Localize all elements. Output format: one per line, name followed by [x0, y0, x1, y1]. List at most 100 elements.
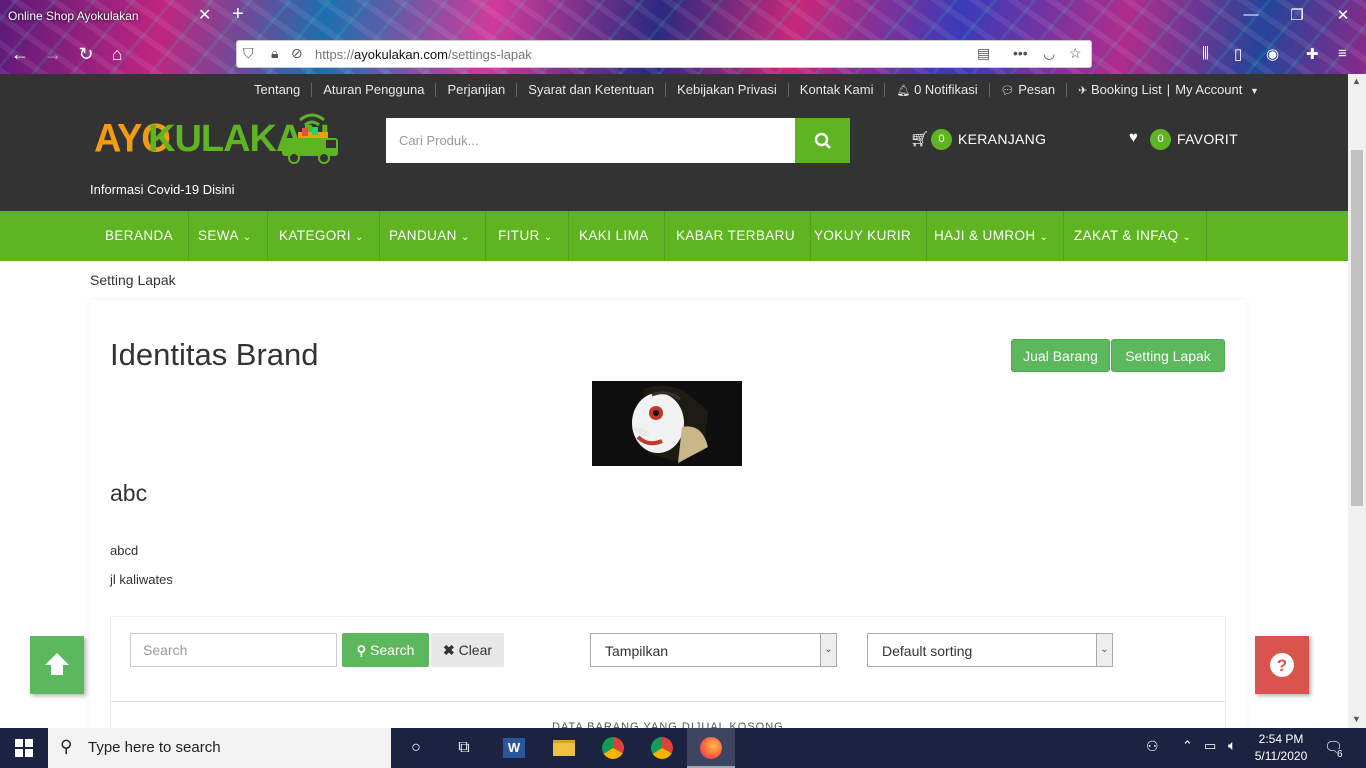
word-icon[interactable]: W — [490, 728, 538, 768]
people-icon[interactable]: ⚇ — [1146, 738, 1159, 755]
minimize-icon[interactable]: — — [1236, 6, 1266, 23]
show-hidden-icons[interactable]: ⌃ — [1182, 738, 1193, 754]
windows-start-icon[interactable] — [0, 728, 48, 768]
close-window-icon[interactable]: ✕ — [1328, 6, 1358, 24]
scroll-down-arrow-icon[interactable]: ▼ — [1352, 714, 1361, 724]
product-search-input[interactable] — [386, 118, 796, 163]
chevron-down-icon: ⌄ — [354, 232, 364, 243]
sort-select[interactable]: Default sorting ⌄ — [867, 633, 1113, 667]
chrome-icon[interactable] — [589, 728, 637, 768]
menu-item-haji-umroh[interactable]: HAJI & UMROH ⌄ — [919, 211, 1065, 261]
top-link-kebijakan[interactable]: Kebijakan Privasi — [677, 82, 777, 97]
library-icon[interactable]: ⫼ — [1202, 45, 1209, 62]
shop-name: abc — [110, 480, 148, 506]
file-explorer-icon[interactable] — [540, 728, 588, 768]
top-link-tentang[interactable]: Tentang — [254, 82, 300, 97]
browser-chrome: Online Shop Ayokulakan ✕ + — ❐ ✕ ← → ↻ ⌂… — [0, 0, 1366, 74]
browser-tab-title[interactable]: Online Shop Ayokulakan — [8, 9, 139, 23]
shop-settings-button[interactable]: Setting Lapak — [1111, 339, 1225, 372]
scrollbar-thumb[interactable] — [1351, 150, 1363, 506]
forward-icon[interactable]: → — [41, 42, 65, 66]
menu-item-sewa[interactable]: SEWA ⌄ — [183, 211, 268, 261]
new-tab-icon[interactable]: + — [232, 3, 244, 26]
taskbar-search[interactable]: ⚲ Type here to search — [48, 728, 391, 768]
shop-description: abcd — [110, 543, 139, 558]
chevron-down-icon: ⌄ — [1039, 232, 1049, 243]
booking-link[interactable]: ✈︎ Booking List — [1078, 82, 1162, 97]
firefox-icon[interactable] — [687, 728, 735, 768]
volume-icon[interactable]: 🔈︎ — [1228, 737, 1236, 754]
scroll-up-arrow-icon[interactable]: ▲ — [1352, 76, 1361, 86]
url-text[interactable]: https://ayokulakan.com/settings-lapak — [315, 47, 532, 62]
extensions-icon[interactable]: ✚ — [1306, 45, 1319, 63]
shield-icon[interactable]: ⛉ — [243, 45, 254, 62]
search-icon: ⚲ — [60, 737, 73, 756]
chevron-down-icon: ⌄ — [460, 232, 470, 243]
top-link-kontak[interactable]: Kontak Kami — [800, 82, 874, 97]
favorite-link[interactable]: FAVORIT — [1177, 131, 1238, 147]
menu-item-zakat-infaq[interactable]: ZAKAT & INFAQ ⌄ — [1059, 211, 1208, 261]
chevron-down-icon: ⌄ — [1182, 232, 1192, 243]
search-icon — [814, 132, 831, 149]
top-link-perjanjian[interactable]: Perjanjian — [447, 82, 505, 97]
menu-item-fitur[interactable]: FITUR ⌄ — [483, 211, 569, 261]
menu-item-yokuy-kurir[interactable]: YOKUY KURIR — [799, 211, 928, 261]
close-tab-icon[interactable]: ✕ — [198, 5, 211, 25]
product-search-button[interactable] — [795, 118, 850, 163]
top-link-syarat[interactable]: Syarat dan Ketentuan — [528, 82, 654, 97]
item-search-input[interactable] — [130, 633, 337, 667]
cart-count-badge: 0 — [931, 129, 952, 150]
sell-item-button[interactable]: Jual Barang — [1011, 339, 1110, 372]
site-logo[interactable]: AYO KULAKAN — [94, 112, 344, 168]
menu-item-kaki-lima[interactable]: KAKI LIMA — [564, 211, 665, 261]
menu-item-beranda[interactable]: BERANDA — [90, 211, 190, 261]
bookmark-star-icon[interactable]: ☆ — [1069, 45, 1082, 62]
menu-item-kategori[interactable]: KATEGORI ⌄ — [264, 211, 380, 261]
cortana-icon[interactable]: ○ — [392, 728, 440, 768]
arrow-up-icon — [45, 653, 69, 675]
chrome-icon-2[interactable] — [638, 728, 686, 768]
taskbar-clock[interactable]: 2:54 PM 5/11/2020 — [1248, 731, 1314, 765]
menu-icon[interactable]: ≡ — [1338, 45, 1347, 62]
messages-link[interactable]: 💬︎ Pesan — [1001, 82, 1055, 97]
help-button[interactable]: ? — [1255, 636, 1309, 694]
cart-link[interactable]: KERANJANG — [958, 131, 1046, 147]
display-select[interactable]: Tampilkan ⌄ — [590, 633, 837, 667]
item-search-button[interactable]: ⚲ Search — [342, 633, 429, 667]
back-icon[interactable]: ← — [8, 42, 32, 66]
question-icon: ? — [1270, 653, 1294, 677]
plane-icon: ✈︎ — [1078, 85, 1088, 97]
chat-icon: 💬︎ — [1000, 85, 1015, 97]
chevron-down-icon: ⌄ — [820, 634, 836, 666]
svg-text:?: ? — [1277, 656, 1287, 675]
reader-view-icon[interactable]: ▤ — [977, 45, 990, 62]
account-icon[interactable]: ◉ — [1266, 45, 1279, 63]
breadcrumb: Setting Lapak — [90, 272, 176, 288]
sidebar-icon[interactable]: ▯ — [1234, 45, 1242, 63]
task-view-icon[interactable]: ⧉ — [440, 728, 488, 768]
chevron-down-icon: ⌄ — [543, 232, 553, 243]
heart-icon[interactable]: ♥ — [1129, 129, 1138, 146]
tracking-icon[interactable]: ⊘ — [291, 45, 303, 62]
top-link-aturan[interactable]: Aturan Pengguna — [323, 82, 424, 97]
menu-item-panduan[interactable]: PANDUAN ⌄ — [374, 211, 486, 261]
address-bar[interactable]: ⛉ 🔒︎ ⊘ https://ayokulakan.com/settings-l… — [236, 40, 1092, 68]
my-account-dropdown[interactable]: My Account ▼ — [1175, 82, 1259, 97]
network-icon[interactable]: ▭ — [1204, 738, 1216, 754]
home-icon[interactable]: ⌂ — [105, 42, 129, 66]
close-icon: ✖ — [442, 642, 455, 658]
covid-info-link[interactable]: Informasi Covid-19 Disini — [90, 182, 235, 197]
restore-icon[interactable]: ❐ — [1282, 6, 1312, 24]
menu-item-kabar-terbaru[interactable]: KABAR TERBARU — [661, 211, 811, 261]
truck-logo-icon — [282, 113, 338, 164]
notifications-link[interactable]: 🔔︎ 0 Notifikasi — [896, 82, 977, 97]
lock-icon[interactable]: 🔒︎ — [271, 45, 278, 62]
clear-button[interactable]: ✖ Clear — [431, 633, 504, 667]
cart-icon[interactable]: 🛒︎ — [910, 130, 929, 148]
pocket-icon[interactable]: ◡ — [1043, 45, 1055, 62]
page-title: Identitas Brand — [110, 337, 319, 372]
page-actions-icon[interactable]: ••• — [1013, 45, 1028, 61]
reload-icon[interactable]: ↻ — [74, 42, 98, 66]
scroll-to-top-button[interactable] — [30, 636, 84, 694]
notification-count: 6 — [1337, 749, 1343, 760]
